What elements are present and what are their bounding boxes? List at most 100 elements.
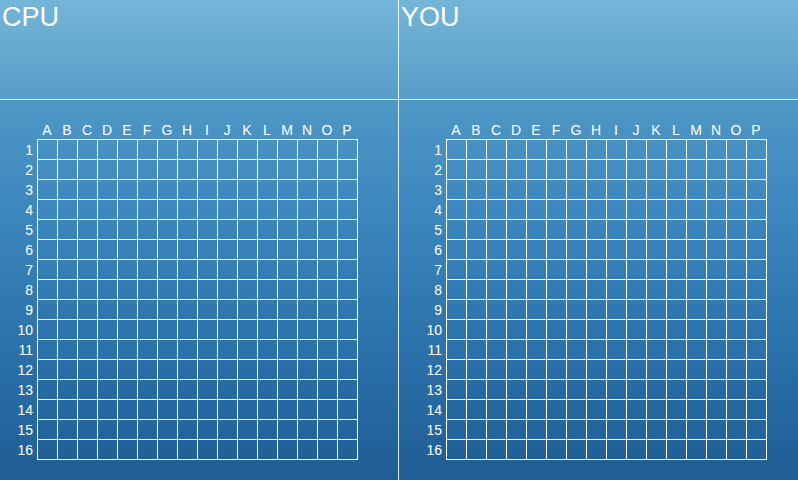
grid-cell[interactable] (298, 300, 318, 320)
grid-cell[interactable] (467, 240, 487, 260)
grid-cell[interactable] (467, 280, 487, 300)
grid-cell[interactable] (218, 420, 238, 440)
grid-cell[interactable] (278, 360, 298, 380)
grid-cell[interactable] (58, 200, 78, 220)
grid-cell[interactable] (667, 340, 687, 360)
grid-cell[interactable] (38, 340, 58, 360)
grid-cell[interactable] (667, 420, 687, 440)
grid-cell[interactable] (647, 320, 667, 340)
grid-cell[interactable] (338, 320, 358, 340)
grid-cell[interactable] (607, 220, 627, 240)
grid-cell[interactable] (98, 380, 118, 400)
grid-cell[interactable] (58, 340, 78, 360)
grid-cell[interactable] (547, 440, 567, 460)
grid-cell[interactable] (647, 360, 667, 380)
grid-cell[interactable] (298, 440, 318, 460)
grid-cell[interactable] (447, 220, 467, 240)
grid-cell[interactable] (547, 220, 567, 240)
grid-cell[interactable] (687, 380, 707, 400)
grid-cell[interactable] (238, 440, 258, 460)
grid-cell[interactable] (447, 260, 467, 280)
grid-cell[interactable] (547, 400, 567, 420)
grid-cell[interactable] (98, 340, 118, 360)
grid-cell[interactable] (38, 280, 58, 300)
grid-cell[interactable] (278, 240, 298, 260)
grid-cell[interactable] (747, 240, 767, 260)
grid-cell[interactable] (158, 220, 178, 240)
grid-cell[interactable] (627, 420, 647, 440)
grid-cell[interactable] (138, 280, 158, 300)
grid-cell[interactable] (487, 380, 507, 400)
grid-cell[interactable] (607, 140, 627, 160)
grid-cell[interactable] (178, 340, 198, 360)
grid-cell[interactable] (707, 140, 727, 160)
grid-cell[interactable] (178, 280, 198, 300)
grid-cell[interactable] (338, 160, 358, 180)
grid-cell[interactable] (338, 300, 358, 320)
grid-cell[interactable] (318, 220, 338, 240)
grid-cell[interactable] (338, 240, 358, 260)
grid-cell[interactable] (198, 160, 218, 180)
grid-cell[interactable] (507, 300, 527, 320)
grid-cell[interactable] (238, 280, 258, 300)
grid-cell[interactable] (338, 140, 358, 160)
grid-cell[interactable] (178, 220, 198, 240)
grid-cell[interactable] (98, 360, 118, 380)
grid-cell[interactable] (687, 300, 707, 320)
grid-cell[interactable] (727, 360, 747, 380)
grid-cell[interactable] (747, 400, 767, 420)
grid-cell[interactable] (118, 200, 138, 220)
grid-cell[interactable] (218, 320, 238, 340)
grid-cell[interactable] (647, 180, 667, 200)
grid-cell[interactable] (627, 440, 647, 460)
grid-cell[interactable] (38, 300, 58, 320)
grid-cell[interactable] (338, 400, 358, 420)
grid-cell[interactable] (547, 420, 567, 440)
grid-cell[interactable] (218, 280, 238, 300)
grid-cell[interactable] (98, 440, 118, 460)
grid-cell[interactable] (707, 400, 727, 420)
grid-cell[interactable] (547, 260, 567, 280)
grid-cell[interactable] (547, 340, 567, 360)
grid-cell[interactable] (238, 140, 258, 160)
grid-cell[interactable] (667, 400, 687, 420)
grid-cell[interactable] (198, 240, 218, 260)
grid-cell[interactable] (138, 360, 158, 380)
grid-cell[interactable] (338, 420, 358, 440)
grid-cell[interactable] (218, 340, 238, 360)
grid-cell[interactable] (258, 220, 278, 240)
grid-cell[interactable] (318, 420, 338, 440)
grid-cell[interactable] (38, 440, 58, 460)
grid-cell[interactable] (178, 260, 198, 280)
grid-cell[interactable] (707, 180, 727, 200)
grid-cell[interactable] (338, 200, 358, 220)
grid-cell[interactable] (447, 380, 467, 400)
grid-cell[interactable] (507, 200, 527, 220)
grid-cell[interactable] (158, 400, 178, 420)
grid-cell[interactable] (278, 140, 298, 160)
grid-cell[interactable] (487, 420, 507, 440)
grid-cell[interactable] (318, 400, 338, 420)
grid-cell[interactable] (318, 140, 338, 160)
grid-cell[interactable] (218, 140, 238, 160)
grid-cell[interactable] (667, 140, 687, 160)
grid-cell[interactable] (467, 220, 487, 240)
grid-cell[interactable] (158, 380, 178, 400)
grid-cell[interactable] (198, 380, 218, 400)
grid-cell[interactable] (58, 320, 78, 340)
grid-cell[interactable] (58, 280, 78, 300)
grid-cell[interactable] (338, 440, 358, 460)
grid-cell[interactable] (487, 320, 507, 340)
grid-cell[interactable] (178, 380, 198, 400)
grid-cell[interactable] (527, 440, 547, 460)
grid-cell[interactable] (98, 320, 118, 340)
grid-cell[interactable] (447, 200, 467, 220)
grid-cell[interactable] (338, 220, 358, 240)
grid-cell[interactable] (78, 380, 98, 400)
grid-cell[interactable] (467, 400, 487, 420)
grid-cell[interactable] (667, 180, 687, 200)
grid-cell[interactable] (487, 300, 507, 320)
grid-cell[interactable] (607, 300, 627, 320)
grid-cell[interactable] (218, 200, 238, 220)
grid-cell[interactable] (667, 360, 687, 380)
